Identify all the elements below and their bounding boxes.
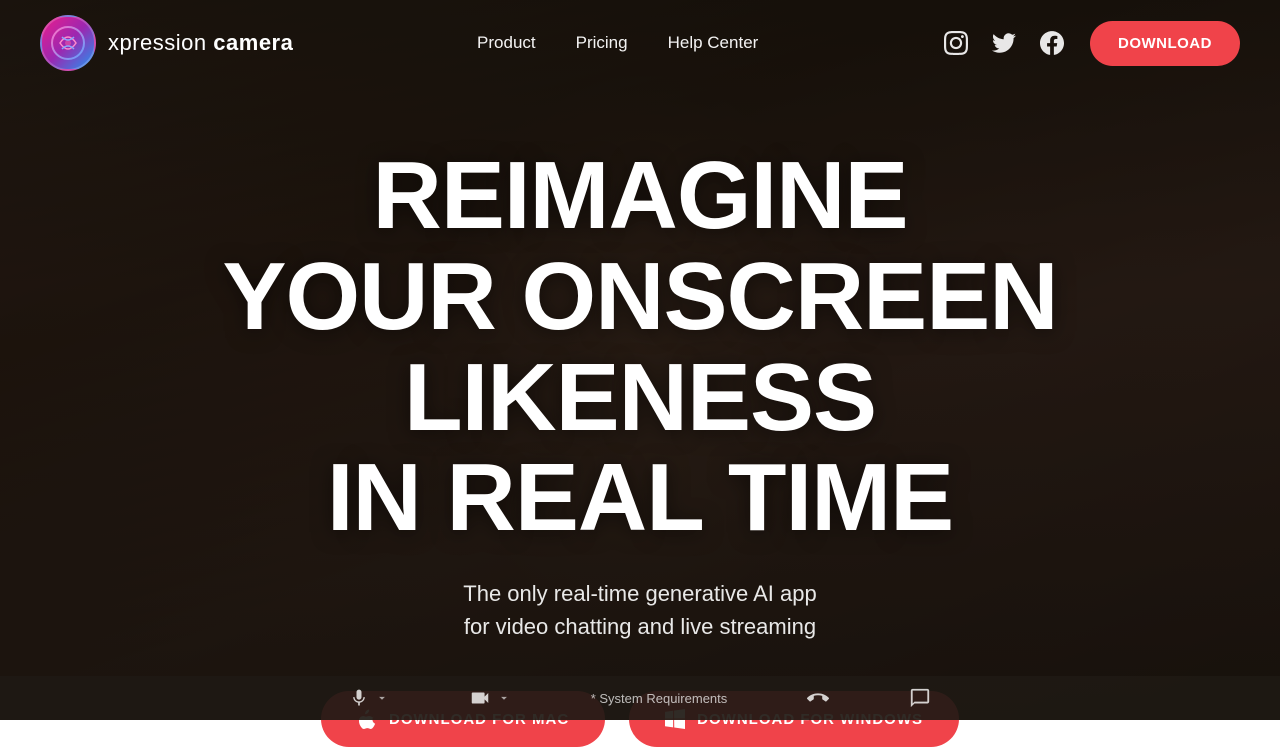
hero-title: REIMAGINE YOUR ONSCREEN LIKENESS IN REAL… — [90, 146, 1190, 549]
navbar: xpression camera Product Pricing Help Ce… — [0, 0, 1280, 86]
nav-product[interactable]: Product — [477, 33, 536, 53]
microphone-icon[interactable] — [349, 688, 389, 708]
phone-end-icon[interactable] — [807, 687, 829, 709]
instagram-icon[interactable] — [942, 29, 970, 57]
hero-section: REIMAGINE YOUR ONSCREEN LIKENESS IN REAL… — [0, 86, 1280, 747]
logo-icon — [40, 15, 96, 71]
nav-links: Product Pricing Help Center — [477, 33, 758, 53]
logo-text: xpression camera — [108, 30, 293, 56]
chat-icon[interactable] — [909, 687, 931, 709]
hero-subtitle: The only real-time generative AI app for… — [463, 577, 816, 643]
camera-icon[interactable] — [469, 687, 511, 709]
bottom-bar: * System Requirements — [0, 676, 1280, 720]
logo[interactable]: xpression camera — [40, 15, 293, 71]
download-button[interactable]: DOWNLOAD — [1090, 21, 1240, 66]
social-icons — [942, 29, 1066, 57]
nav-right: DOWNLOAD — [942, 21, 1240, 66]
facebook-icon[interactable] — [1038, 29, 1066, 57]
system-requirements-text: * System Requirements — [591, 691, 728, 706]
nav-help-center[interactable]: Help Center — [668, 33, 759, 53]
nav-pricing[interactable]: Pricing — [576, 33, 628, 53]
twitter-icon[interactable] — [990, 29, 1018, 57]
